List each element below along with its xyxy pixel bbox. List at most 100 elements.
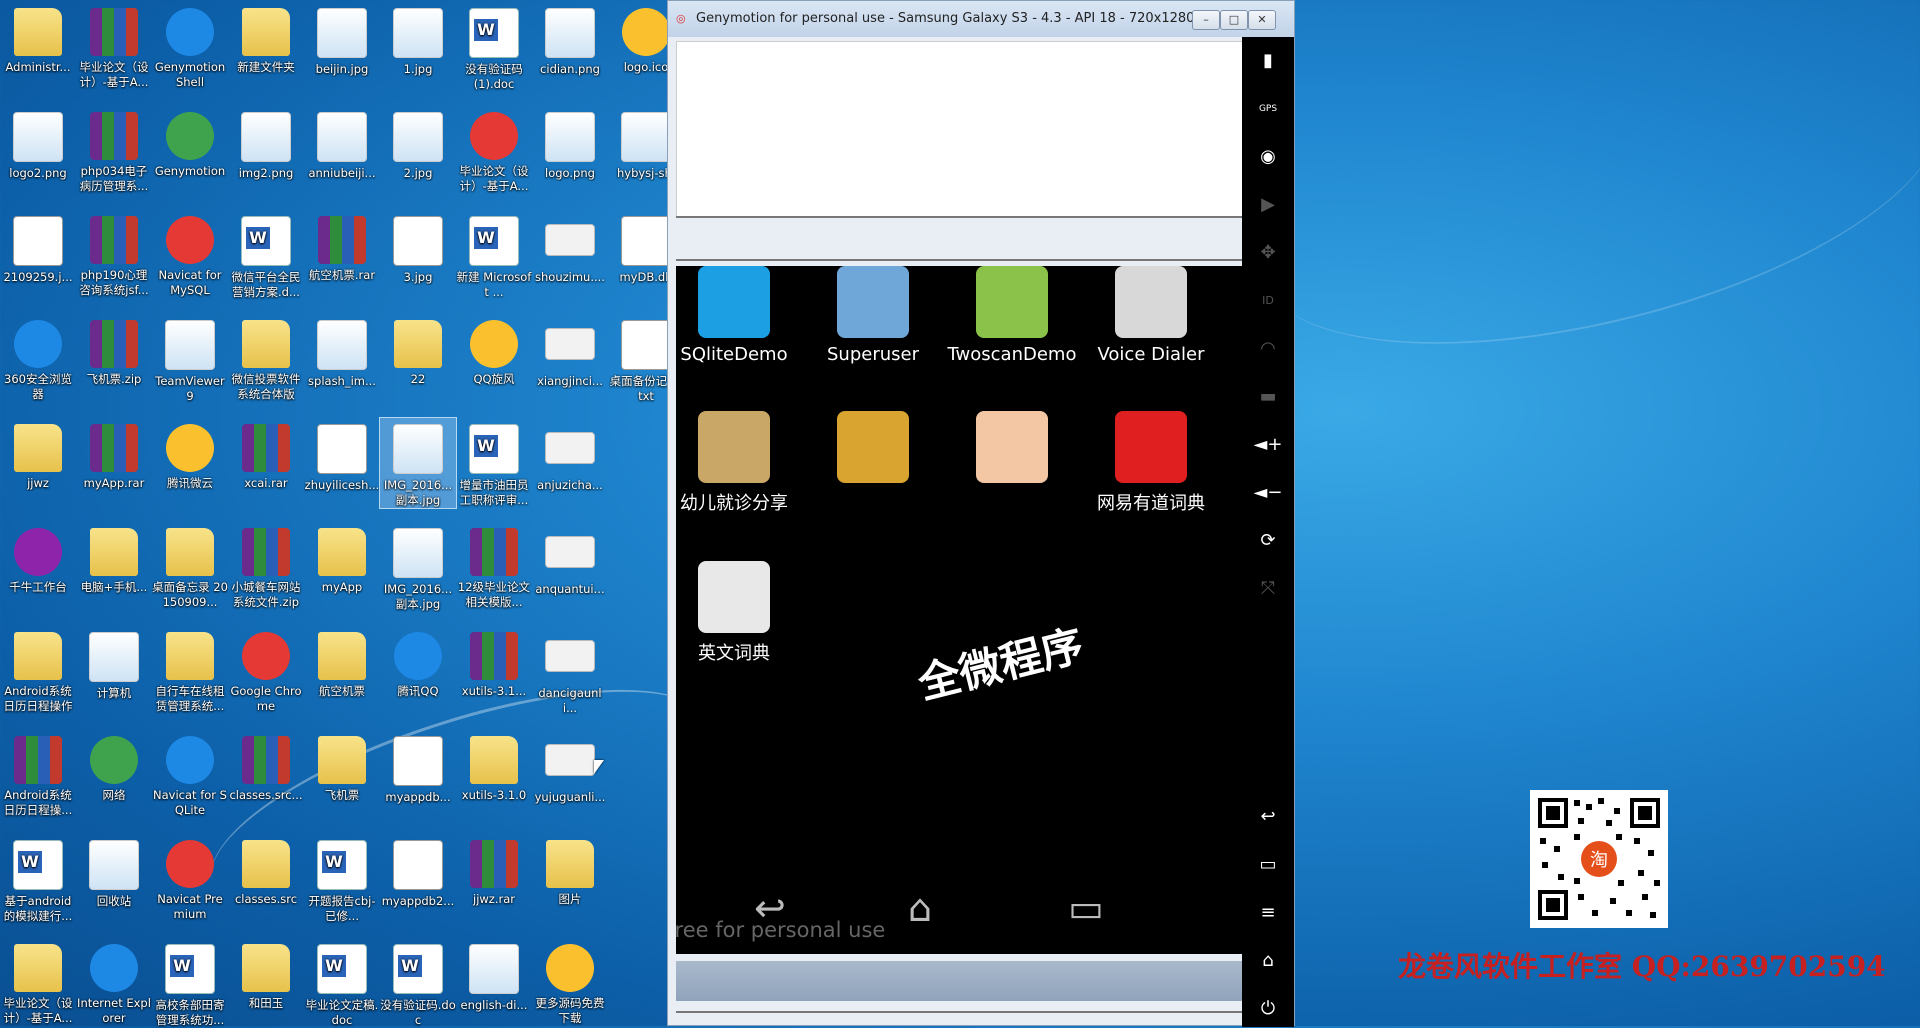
desktop-icon[interactable]: 开题报告cbj-已修... xyxy=(304,834,380,924)
desktop-icon[interactable]: IMG_2016...副本.jpg xyxy=(379,417,457,509)
desktop-icon[interactable]: 12级毕业论文相关模版... xyxy=(456,522,532,610)
desktop-icon[interactable]: Google Chrome xyxy=(228,626,304,714)
desktop-icon[interactable]: 增量市油田员工职称评审... xyxy=(456,418,532,508)
desktop-icon[interactable]: 网络 xyxy=(76,730,152,803)
desktop-icon[interactable]: Internet Explorer xyxy=(76,938,152,1026)
desktop-icon[interactable]: jjwz xyxy=(0,418,76,491)
desktop-icon[interactable]: php190心理咨询系统jsf... xyxy=(76,210,152,298)
desktop-icon[interactable]: shouzimu.... xyxy=(532,210,608,285)
desktop-icon[interactable]: xcai.rar xyxy=(228,418,304,491)
desktop-icon[interactable]: 回收站 xyxy=(76,834,152,909)
desktop-icon[interactable]: anquantui... xyxy=(532,522,608,597)
desktop-icon[interactable]: 微信投票软件系统合体版 xyxy=(228,314,304,402)
window-titlebar[interactable]: ◎ Genymotion for personal use - Samsung … xyxy=(668,1,1294,37)
desktop-icon[interactable]: classes.src xyxy=(228,834,304,907)
desktop-icon[interactable]: 自行车在线租赁管理系统... xyxy=(152,626,228,714)
desktop-icon[interactable]: logo.png xyxy=(532,106,608,181)
desktop-icon[interactable]: myApp xyxy=(304,522,380,595)
desktop-icon[interactable]: 没有验证码(1).doc xyxy=(456,2,532,92)
power-icon[interactable]: ⏻ xyxy=(1252,997,1284,1021)
app-icon[interactable] xyxy=(803,411,943,489)
desktop-icon[interactable]: jjwz.rar xyxy=(456,834,532,907)
camera-icon[interactable]: ◉ xyxy=(1252,145,1284,169)
desktop-icon[interactable]: logo2.png xyxy=(0,106,76,181)
desktop-icon[interactable]: english-di... xyxy=(456,938,532,1013)
desktop-icon[interactable]: 图片 xyxy=(532,834,608,907)
recent-apps-icon[interactable]: ▭ xyxy=(1252,853,1284,877)
desktop-icon[interactable]: Navicat Premium xyxy=(152,834,228,922)
desktop-icon[interactable]: IMG_2016...副本.jpg xyxy=(380,522,456,612)
desktop-icon[interactable]: 航空机票 xyxy=(304,626,380,699)
desktop-icon[interactable]: 飞机票 xyxy=(304,730,380,803)
desktop-icon[interactable]: dancigaunli... xyxy=(532,626,608,716)
gps-icon[interactable]: GPS xyxy=(1252,97,1284,121)
desktop-icon[interactable]: 毕业论文定稿.doc xyxy=(304,938,380,1028)
desktop-icon[interactable]: 电脑+手机... xyxy=(76,522,152,595)
desktop-icon[interactable]: xutils-3.1.0 xyxy=(456,730,532,803)
app-icon[interactable]: Voice Dialer xyxy=(1081,266,1221,365)
desktop-icon[interactable]: 3.jpg xyxy=(380,210,456,285)
desktop-icon[interactable]: 和田玉 xyxy=(228,938,304,1011)
desktop-icon[interactable]: Genymotion Shell xyxy=(152,2,228,90)
desktop-icon[interactable]: anjuzicha... xyxy=(532,418,608,493)
desktop-icon[interactable]: Android系统日历日程操... xyxy=(0,730,76,818)
desktop-icon[interactable]: img2.png xyxy=(228,106,304,181)
desktop-icon[interactable]: 2109259.j... xyxy=(0,210,76,285)
desktop-icon[interactable]: 没有验证码.doc xyxy=(380,938,456,1028)
desktop-icon[interactable]: myApp.rar xyxy=(76,418,152,491)
desktop-icon[interactable]: 腾讯QQ xyxy=(380,626,456,699)
back-icon[interactable]: ↩ xyxy=(1252,805,1284,829)
desktop-icon[interactable]: 基于android的模拟建行... xyxy=(0,834,76,924)
desktop-icon[interactable]: 毕业论文（设计）-基于A... xyxy=(76,2,152,90)
desktop-icon[interactable]: Navicat for MySQL xyxy=(152,210,228,298)
genymotion-window[interactable]: ◎ Genymotion for personal use - Samsung … xyxy=(667,0,1295,1027)
rotate-icon[interactable]: ⟳ xyxy=(1252,529,1284,553)
volume-down-icon[interactable]: ◄− xyxy=(1252,481,1284,505)
desktop-icon[interactable]: 腾讯微云 xyxy=(152,418,228,491)
scale-icon[interactable]: ⤧ xyxy=(1252,577,1284,601)
menu-icon[interactable]: ≡ xyxy=(1252,901,1284,925)
desktop-icon[interactable]: 计算机 xyxy=(76,626,152,701)
desktop-icon[interactable]: 航空机票.rar xyxy=(304,210,380,283)
rss-icon[interactable]: ◠ xyxy=(1252,337,1284,361)
maximize-button[interactable]: □ xyxy=(1220,10,1248,30)
app-icon[interactable] xyxy=(942,411,1082,489)
desktop-icon[interactable]: zhuyilicesh... xyxy=(304,418,380,493)
desktop-icon[interactable]: 千牛工作台 xyxy=(0,522,76,595)
desktop-icon[interactable]: QQ旋风 xyxy=(456,314,532,387)
desktop-icon[interactable]: 微信平台全民营销方案.d... xyxy=(228,210,304,300)
android-recent-button[interactable]: ▭ xyxy=(1068,886,1104,930)
desktop-icon[interactable]: myappdb2... xyxy=(380,834,456,909)
desktop-icon[interactable]: 更多源码免费下载 xyxy=(532,938,608,1026)
desktop-icon[interactable]: myappdb... xyxy=(380,730,456,805)
android-home-button[interactable]: ⌂ xyxy=(908,886,932,930)
desktop-icon[interactable]: 高校条部田寄管理系统功... xyxy=(152,938,228,1028)
id-icon[interactable]: ID xyxy=(1252,289,1284,313)
message-icon[interactable]: ▬ xyxy=(1252,385,1284,409)
android-screen[interactable]: SQliteDemo Superuser TwoscanDemo Voice Dial… xyxy=(676,266,1242,954)
battery-icon[interactable]: ▮ xyxy=(1252,49,1284,73)
move-icon[interactable]: ✥ xyxy=(1252,241,1284,265)
app-icon[interactable]: 幼儿就诊分享 xyxy=(676,411,804,515)
desktop-icon[interactable]: Genymotion xyxy=(152,106,228,179)
desktop-icon[interactable]: Navicat for SQLite xyxy=(152,730,228,818)
desktop-icon[interactable]: 新建 Microsoft ... xyxy=(456,210,532,300)
desktop-icon[interactable]: 小城餐车网站系统文件.zip xyxy=(228,522,304,610)
android-back-button[interactable]: ↩ xyxy=(754,886,786,930)
close-button[interactable]: ✕ xyxy=(1248,10,1276,30)
desktop-icon[interactable]: php034电子病历管理系... xyxy=(76,106,152,194)
desktop-icon[interactable]: 毕业论文（设计）-基于A... xyxy=(456,106,532,194)
desktop-icon[interactable]: classes.src... xyxy=(228,730,304,803)
desktop-icon[interactable]: 新建文件夹 xyxy=(228,2,304,75)
app-icon[interactable]: TwoscanDemo xyxy=(942,266,1082,365)
desktop-icon[interactable]: Administr... xyxy=(0,2,76,75)
desktop-icon[interactable]: cidian.png xyxy=(532,2,608,77)
desktop-icon[interactable]: splash_im... xyxy=(304,314,380,389)
desktop-icon[interactable]: xutils-3.1... xyxy=(456,626,532,699)
desktop-icon[interactable]: 2.jpg xyxy=(380,106,456,181)
desktop-icon[interactable]: xiangjinci... xyxy=(532,314,608,389)
app-icon[interactable]: 英文词典 xyxy=(676,561,804,665)
minimize-button[interactable]: – xyxy=(1192,10,1220,30)
app-icon[interactable]: 网易有道词典 xyxy=(1081,411,1221,515)
app-icon[interactable]: SQliteDemo xyxy=(676,266,804,365)
